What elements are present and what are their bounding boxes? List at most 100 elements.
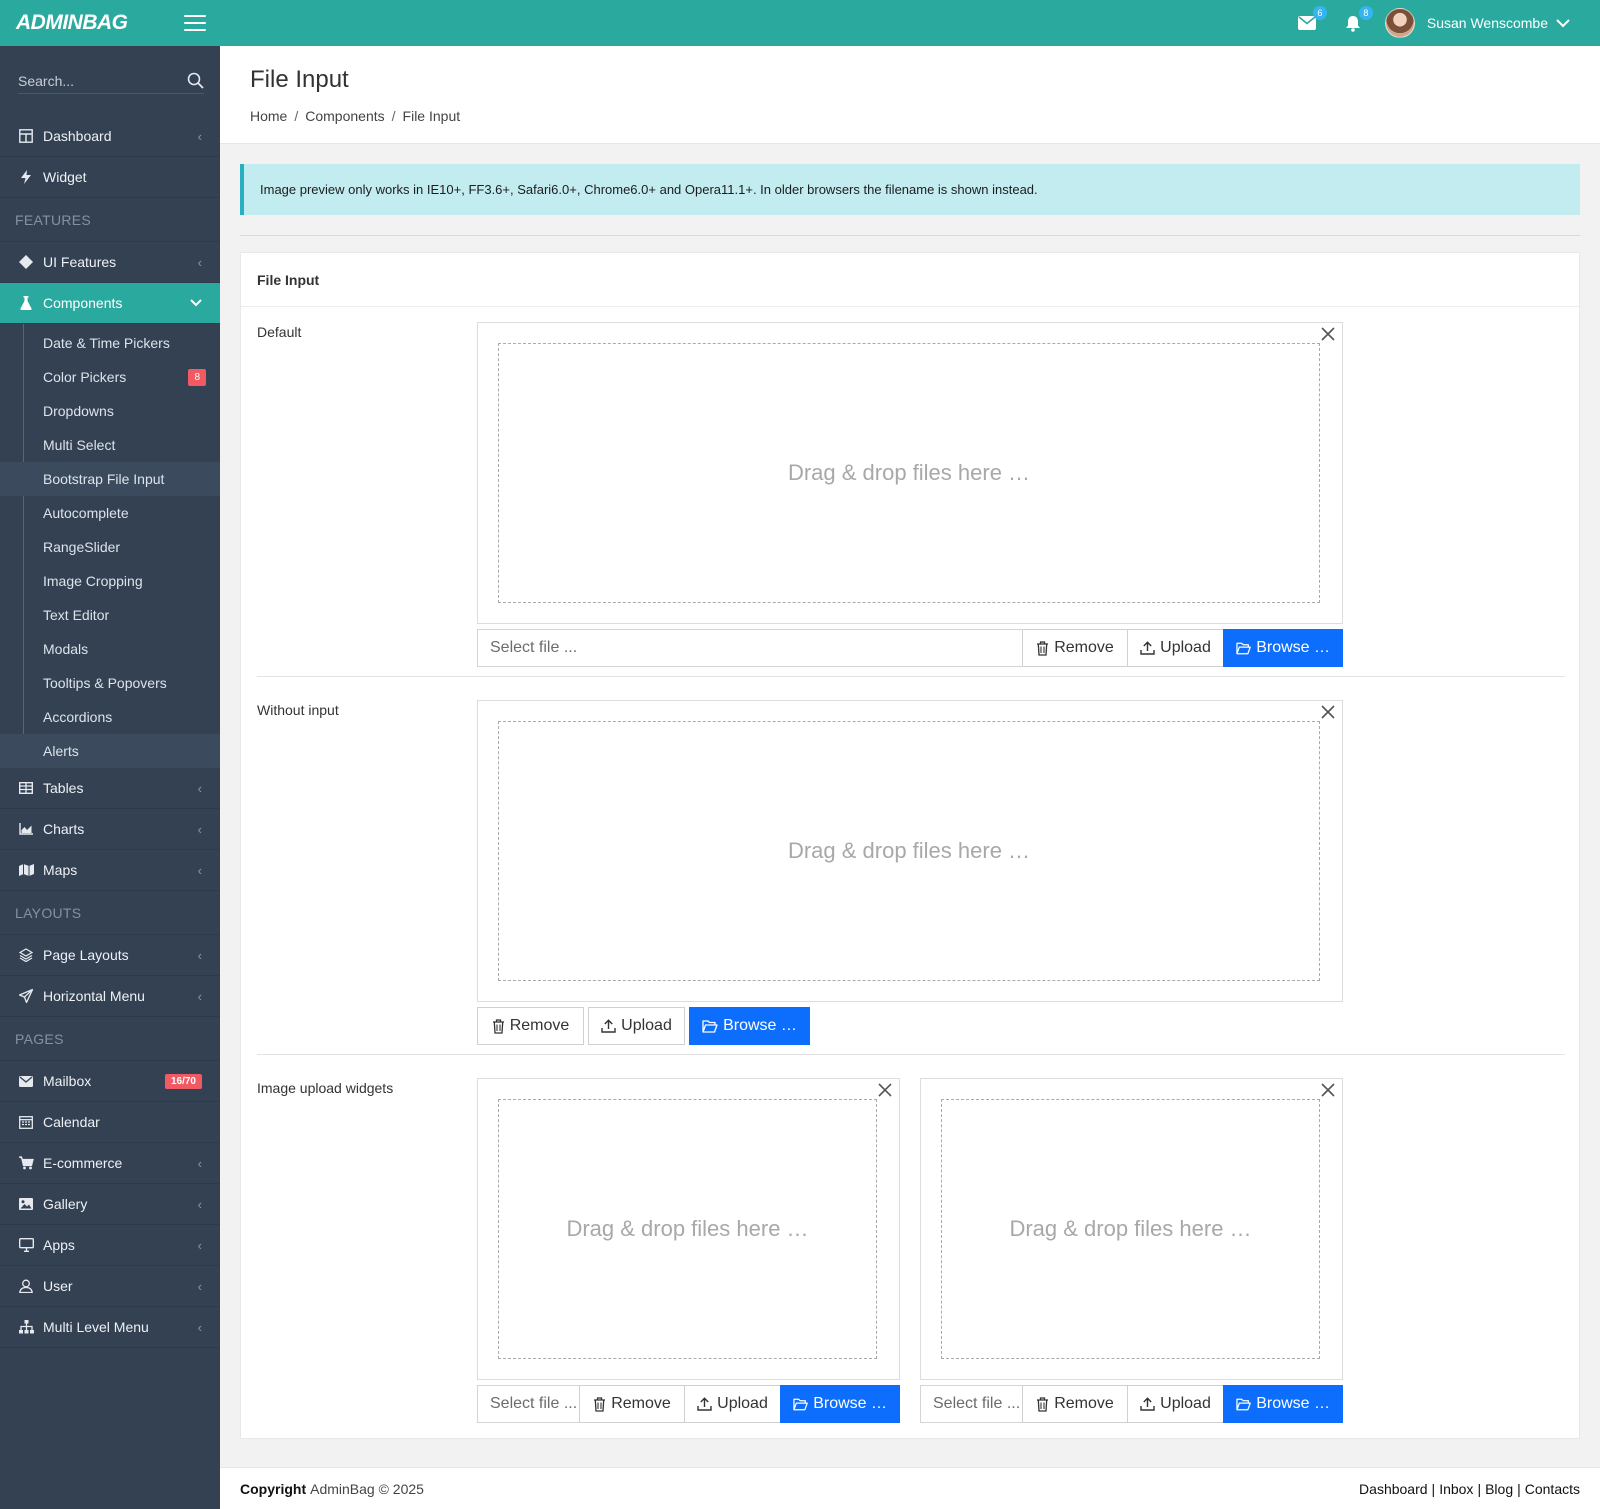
footer-link-separator: | bbox=[1431, 1480, 1436, 1497]
sidebar-subitem-bootstrap-file-input[interactable]: Bootstrap File Input bbox=[0, 462, 220, 496]
sidebar-item-user[interactable]: User ‹ bbox=[0, 1266, 220, 1307]
sidebar-item-calendar[interactable]: Calendar bbox=[0, 1102, 220, 1143]
chevron-left-icon: ‹ bbox=[197, 947, 202, 963]
close-icon[interactable] bbox=[1318, 1080, 1338, 1100]
user-avatar[interactable] bbox=[1384, 8, 1415, 38]
envelope-icon bbox=[1297, 16, 1316, 30]
sidebar-item-mailbox[interactable]: Mailbox 16/70 bbox=[0, 1061, 220, 1102]
file-caption-input[interactable]: Select file ... bbox=[920, 1385, 1023, 1423]
sidebar-item-tables[interactable]: Tables ‹ bbox=[0, 768, 220, 809]
footer-link-dashboard[interactable]: Dashboard bbox=[1359, 1481, 1428, 1497]
sidebar-subitem-accordions[interactable]: Accordions bbox=[0, 700, 220, 734]
browse-button[interactable]: Browse … bbox=[689, 1007, 810, 1045]
breadcrumb-components[interactable]: Components bbox=[305, 108, 384, 124]
sidebar-item-label: UI Features bbox=[43, 254, 117, 270]
sidebar-subitem-text-editor[interactable]: Text Editor bbox=[0, 598, 220, 632]
remove-label: Remove bbox=[1054, 1395, 1114, 1412]
footer-link-separator: | bbox=[1517, 1480, 1521, 1497]
remove-label: Remove bbox=[1054, 639, 1114, 656]
row-divider bbox=[257, 1054, 1565, 1055]
chevron-down-icon[interactable] bbox=[1556, 18, 1570, 28]
upload-button[interactable]: Upload bbox=[684, 1385, 781, 1423]
sidebar-item-label: User bbox=[43, 1278, 73, 1294]
notifications-button[interactable]: 8 bbox=[1339, 6, 1373, 37]
footer-link-blog[interactable]: Blog bbox=[1485, 1481, 1513, 1497]
browse-button[interactable]: Browse … bbox=[780, 1385, 900, 1423]
footer-link-separator: | bbox=[1477, 1480, 1482, 1497]
search-input[interactable]: Search... bbox=[18, 68, 204, 94]
copyright-text: AdminBag © 2025 bbox=[310, 1480, 424, 1497]
sidebar-subitem-tooltips-popovers[interactable]: Tooltips & Popovers bbox=[0, 666, 220, 700]
drop-zone-text: Drag & drop files here … bbox=[941, 1099, 1320, 1359]
folder-open-icon bbox=[1236, 1398, 1251, 1410]
chevron-left-icon: ‹ bbox=[197, 254, 202, 270]
sidebar-subitem-date-time-pickers[interactable]: Date & Time Pickers bbox=[0, 326, 220, 360]
row-label-image-widgets: Image upload widgets bbox=[257, 1080, 394, 1096]
sidebar-subitem-dropdowns[interactable]: Dropdowns bbox=[0, 394, 220, 428]
upload-button[interactable]: Upload bbox=[1127, 1385, 1224, 1423]
footer-link-contacts[interactable]: Contacts bbox=[1525, 1481, 1580, 1497]
messages-button[interactable]: 6 bbox=[1293, 6, 1327, 37]
sidebar-item-label: Widget bbox=[43, 169, 87, 185]
footer-link-inbox[interactable]: Inbox bbox=[1439, 1481, 1473, 1497]
close-icon[interactable] bbox=[875, 1080, 895, 1100]
image-drop-zone-1[interactable]: Drag & drop files here … bbox=[477, 1078, 900, 1380]
upload-button[interactable]: Upload bbox=[588, 1007, 685, 1045]
remove-button[interactable]: Remove bbox=[477, 1007, 584, 1045]
sidebar-item-dashboard[interactable]: Dashboard ‹ bbox=[0, 116, 220, 157]
file-drop-zone[interactable]: Drag & drop files here … bbox=[477, 322, 1343, 624]
sidebar-item-ui-features[interactable]: UI Features ‹ bbox=[0, 242, 220, 283]
sidebar-toggle-button[interactable] bbox=[184, 15, 206, 31]
sidebar-item-maps[interactable]: Maps ‹ bbox=[0, 850, 220, 891]
sidebar-item-label: Maps bbox=[43, 862, 78, 878]
sidebar-subitem-rangeslider[interactable]: RangeSlider bbox=[0, 530, 220, 564]
sidebar-subitem-image-cropping[interactable]: Image Cropping bbox=[0, 564, 220, 598]
browse-label: Browse … bbox=[1256, 639, 1330, 656]
search-placeholder: Search... bbox=[18, 72, 75, 89]
upload-label: Upload bbox=[1160, 639, 1211, 656]
file-drop-zone[interactable]: Drag & drop files here … bbox=[477, 700, 1343, 1002]
sidebar-item-ecommerce[interactable]: E-commerce ‹ bbox=[0, 1143, 220, 1184]
image-drop-zone-2[interactable]: Drag & drop files here … bbox=[920, 1078, 1343, 1380]
browse-button[interactable]: Browse … bbox=[1223, 629, 1343, 667]
sidebar-item-gallery[interactable]: Gallery ‹ bbox=[0, 1184, 220, 1225]
dashboard-icon bbox=[18, 128, 34, 144]
chevron-left-icon: ‹ bbox=[197, 988, 202, 1004]
breadcrumb-home[interactable]: Home bbox=[250, 108, 287, 124]
file-caption-input[interactable]: Select file ... bbox=[477, 1385, 580, 1423]
sidebar-subitem-modals[interactable]: Modals bbox=[0, 632, 220, 666]
sidebar-subitem-alerts[interactable]: Alerts bbox=[0, 734, 220, 768]
footer-links: Dashboard | Inbox | Blog | Contacts bbox=[1359, 1481, 1580, 1497]
sitemap-icon bbox=[18, 1319, 34, 1335]
file-input-group-without-input: Remove Upload Browse … bbox=[477, 1007, 810, 1045]
upload-icon bbox=[697, 1397, 712, 1411]
upload-button[interactable]: Upload bbox=[1127, 629, 1224, 667]
remove-button[interactable]: Remove bbox=[1022, 1385, 1128, 1423]
sidebar-item-charts[interactable]: Charts ‹ bbox=[0, 809, 220, 850]
sidebar-item-widget[interactable]: Widget bbox=[0, 157, 220, 198]
remove-button[interactable]: Remove bbox=[1022, 629, 1128, 667]
close-icon[interactable] bbox=[1318, 324, 1338, 344]
remove-button[interactable]: Remove bbox=[579, 1385, 685, 1423]
user-name[interactable]: Susan Wenscombe bbox=[1427, 15, 1548, 31]
brand-logo[interactable]: ADMINBAG bbox=[16, 11, 128, 35]
sidebar-item-components[interactable]: Components bbox=[0, 283, 220, 324]
color-pickers-badge: 8 bbox=[188, 368, 206, 386]
chevron-down-icon bbox=[190, 299, 202, 307]
shopping-cart-icon bbox=[18, 1155, 34, 1171]
sidebar-item-page-layouts[interactable]: Page Layouts ‹ bbox=[0, 935, 220, 976]
sidebar-item-horizontal-menu[interactable]: Horizontal Menu ‹ bbox=[0, 976, 220, 1017]
sidebar-item-multi-level-menu[interactable]: Multi Level Menu ‹ bbox=[0, 1307, 220, 1348]
sidebar-subitem-multi-select[interactable]: Multi Select bbox=[0, 428, 220, 462]
sidebar-header-features: FEATURES bbox=[0, 198, 220, 242]
sidebar-item-apps[interactable]: Apps ‹ bbox=[0, 1225, 220, 1266]
bolt-icon bbox=[18, 169, 34, 185]
close-icon[interactable] bbox=[1318, 702, 1338, 722]
chevron-left-icon: ‹ bbox=[197, 780, 202, 796]
search-icon[interactable] bbox=[187, 72, 204, 89]
sidebar-subitem-color-pickers[interactable]: Color Pickers 8 bbox=[0, 360, 220, 394]
file-caption-input[interactable]: Select file ... bbox=[477, 629, 1023, 667]
sidebar-subitem-autocomplete[interactable]: Autocomplete bbox=[0, 496, 220, 530]
browse-button[interactable]: Browse … bbox=[1223, 1385, 1343, 1423]
file-input-card: File Input Default Drag & drop files her… bbox=[240, 252, 1580, 1439]
